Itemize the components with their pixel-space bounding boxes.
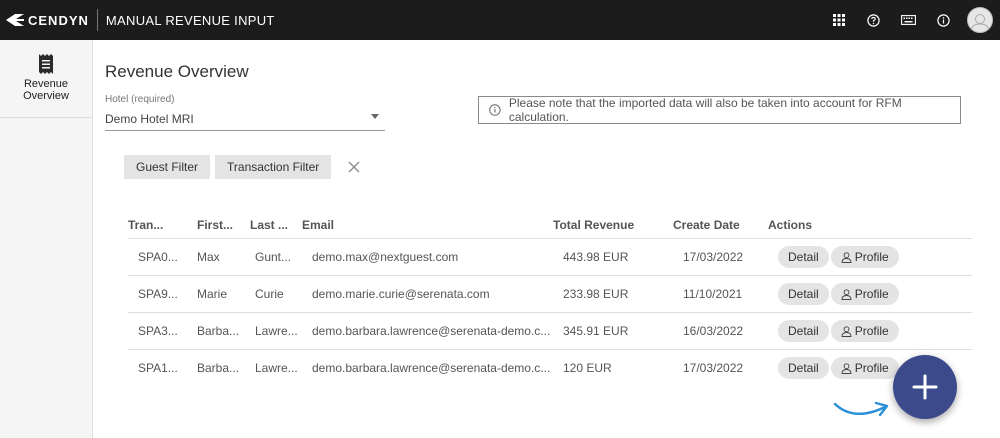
detail-label: Detail (788, 250, 819, 264)
cell-total-revenue: 120 EUR (563, 361, 612, 375)
column-header-last-name[interactable]: Last ... (245, 218, 302, 232)
column-header-total-revenue[interactable]: Total Revenue (553, 218, 673, 232)
pointer-arrow-icon (833, 401, 889, 417)
table-row[interactable]: SPA0... Max Gunt... demo.max@nextguest.c… (128, 238, 972, 275)
detail-label: Detail (788, 361, 819, 375)
sidebar: Revenue Overview (0, 40, 93, 438)
cell-email: demo.barbara.lawrence@serenata-demo.c... (312, 324, 551, 338)
detail-label: Detail (788, 324, 819, 338)
detail-button[interactable]: Detail (778, 283, 829, 305)
info-icon (489, 104, 501, 116)
clear-filters-icon[interactable] (348, 161, 360, 173)
hotel-field-label: Hotel (required) (105, 94, 175, 105)
column-header-first-name[interactable]: First... (187, 218, 245, 232)
cell-create-date: 17/03/2022 (683, 361, 744, 375)
detail-button[interactable]: Detail (778, 357, 829, 379)
profile-button[interactable]: Profile (830, 320, 899, 342)
page-title: Revenue Overview (105, 62, 249, 81)
info-icon[interactable] (926, 0, 961, 40)
cell-last-name: Lawre... (255, 361, 298, 375)
cell-transaction: SPA1... (138, 361, 178, 375)
person-icon (841, 251, 852, 263)
header-actions (821, 0, 1000, 40)
apps-grid-icon[interactable] (821, 0, 856, 40)
cell-create-date: 16/03/2022 (683, 324, 744, 338)
cell-first-name: Barba... (197, 324, 240, 338)
cell-email: demo.barbara.lawrence@serenata-demo.c... (312, 361, 551, 375)
cell-email: demo.max@nextguest.com (312, 250, 459, 264)
hotel-select[interactable]: Demo Hotel MRI (105, 110, 385, 131)
cell-transaction: SPA9... (138, 287, 178, 301)
cell-actions: Detail Profile (768, 320, 948, 342)
sidebar-item-label: Revenue Overview (23, 78, 69, 102)
rfm-notice: Please note that the imported data will … (478, 96, 961, 124)
cell-email: demo.marie.curie@serenata.com (312, 287, 490, 301)
keyboard-icon[interactable] (891, 0, 926, 40)
app-title: MANUAL REVENUE INPUT (105, 12, 275, 28)
profile-button[interactable]: Profile (830, 283, 899, 305)
cell-total-revenue: 345.91 EUR (563, 324, 629, 338)
profile-button[interactable]: Profile (830, 246, 899, 268)
column-header-email[interactable]: Email (302, 218, 553, 232)
sidebar-item-revenue-overview[interactable]: Revenue Overview (0, 40, 92, 118)
main-content: Revenue Overview Hotel (required) Demo H… (105, 40, 985, 438)
filter-bar: Guest Filter Transaction Filter (124, 155, 360, 179)
cell-create-date: 17/03/2022 (683, 250, 744, 264)
help-icon[interactable] (856, 0, 891, 40)
cendyn-logo-icon (6, 14, 24, 26)
column-header-transaction[interactable]: Tran... (128, 218, 187, 232)
top-bar: CENDYN MANUAL REVENUE INPUT (0, 0, 1000, 40)
profile-label: Profile (854, 361, 889, 375)
cell-total-revenue: 443.98 EUR (563, 250, 629, 264)
profile-label: Profile (854, 287, 889, 301)
table-row[interactable]: SPA1... Barba... Lawre... demo.barbara.l… (128, 349, 972, 386)
cell-last-name: Lawre... (255, 324, 298, 338)
person-icon (841, 288, 852, 300)
cell-actions: Detail Profile (768, 283, 948, 305)
header-divider (96, 9, 98, 31)
caret-down-icon (371, 114, 379, 119)
hotel-select-value: Demo Hotel MRI (105, 112, 194, 126)
profile-label: Profile (854, 324, 889, 338)
detail-button[interactable]: Detail (778, 246, 829, 268)
cell-last-name: Curie (255, 287, 284, 301)
cell-transaction: SPA0... (138, 250, 178, 264)
cell-transaction: SPA3... (138, 324, 178, 338)
person-icon (841, 362, 852, 374)
profile-label: Profile (854, 250, 889, 264)
transaction-filter-button[interactable]: Transaction Filter (215, 155, 332, 179)
profile-button[interactable]: Profile (830, 357, 899, 379)
user-avatar[interactable] (967, 7, 993, 33)
add-revenue-button[interactable] (893, 355, 957, 419)
column-header-create-date[interactable]: Create Date (673, 218, 768, 232)
brand-logo[interactable]: CENDYN (0, 0, 89, 40)
table-row[interactable]: SPA9... Marie Curie demo.marie.curie@ser… (128, 275, 972, 312)
brand-name: CENDYN (28, 12, 89, 28)
cell-total-revenue: 233.98 EUR (563, 287, 629, 301)
cell-first-name: Marie (197, 287, 228, 301)
cell-actions: Detail Profile (768, 246, 948, 268)
column-header-actions: Actions (768, 218, 813, 232)
revenue-table: Tran... First... Last ... Email Total Re… (128, 212, 972, 386)
cell-first-name: Max (197, 250, 220, 264)
cell-last-name: Gunt... (255, 250, 292, 264)
plus-icon (912, 374, 938, 400)
detail-button[interactable]: Detail (778, 320, 829, 342)
person-icon (841, 325, 852, 337)
guest-filter-button[interactable]: Guest Filter (124, 155, 211, 179)
notice-text: Please note that the imported data will … (508, 96, 902, 124)
table-header: Tran... First... Last ... Email Total Re… (128, 212, 972, 238)
cell-first-name: Barba... (197, 361, 240, 375)
table-row[interactable]: SPA3... Barba... Lawre... demo.barbara.l… (128, 312, 972, 349)
cell-create-date: 11/10/2021 (683, 287, 743, 301)
detail-label: Detail (788, 287, 819, 301)
receipt-icon (39, 54, 53, 74)
